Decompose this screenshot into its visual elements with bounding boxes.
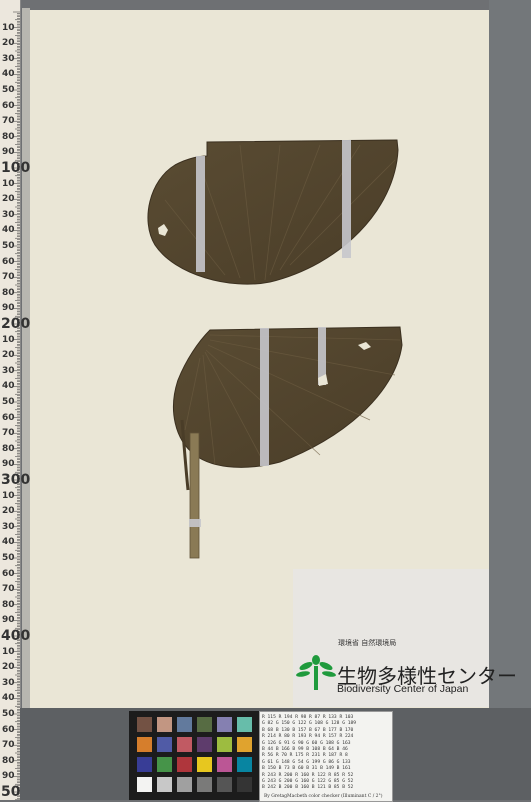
color-swatch [137,717,152,732]
color-swatch [137,777,152,792]
color-values-row: G 82 G 150 G 122 G 108 G 128 G 189 [262,721,357,727]
color-checker-chart [129,711,259,800]
mounting-tape [342,140,351,258]
color-chart-caption: By GretagMacbeth color checker (Illumina… [264,794,383,799]
color-swatch [177,717,192,732]
color-swatch [177,777,192,792]
mounting-tape [189,519,201,527]
color-values-row: R 115 R 194 R 98 R 87 R 133 R 103 [262,715,354,720]
color-values-row: B 242 B 200 B 160 B 121 B 85 B 52 [262,785,354,791]
mounting-tape [196,156,205,272]
color-swatch [197,757,212,772]
color-values-row: R 214 R 80 R 193 R 94 R 157 R 224 [262,734,354,740]
color-swatch [157,757,172,772]
color-swatch [237,737,252,752]
color-swatch [217,777,232,792]
color-swatch [197,777,212,792]
color-swatch [237,717,252,732]
color-values-row: G 61 G 148 G 54 G 199 G 86 G 133 [262,759,351,765]
color-swatch [177,757,192,772]
color-swatch [217,737,232,752]
lower-leaf [172,326,403,559]
color-swatch [157,717,172,732]
center-name-english: Biodiversity Center of Japan [337,683,469,695]
color-swatch [137,757,152,772]
upper-leaf [147,139,399,285]
color-swatch [217,717,232,732]
color-swatch [157,737,172,752]
color-swatch [197,717,212,732]
color-swatch [217,757,232,772]
color-values-row: G 243 G 200 G 160 G 122 G 85 G 52 [262,779,354,784]
color-values-row: R 56 R 70 R 175 R 231 R 187 R 8 [262,753,348,759]
color-swatch [237,757,252,772]
color-values-row: G 126 G 91 G 90 G 60 G 188 G 163 [262,740,351,746]
color-values-row: B 44 B 166 B 99 B 108 B 64 B 46 [262,747,348,752]
color-swatch [137,737,152,752]
color-swatch [157,777,172,792]
color-values-row: B 150 B 73 B 60 B 31 B 149 B 161 [262,766,351,772]
color-swatch [177,737,192,752]
color-swatch [237,777,252,792]
color-values-row: R 243 R 200 R 160 R 122 R 85 R 52 [262,772,354,778]
color-swatch [197,737,212,752]
plant-logo-icon [296,655,336,690]
color-values-row: B 68 B 130 B 157 B 67 B 177 B 170 [262,727,354,733]
petiole [189,432,200,559]
mounting-tape [260,328,269,466]
color-values-table: By GretagMacbeth color checker (Illumina… [259,711,393,802]
agency-name: 環境省 自然環境局 [338,639,397,647]
